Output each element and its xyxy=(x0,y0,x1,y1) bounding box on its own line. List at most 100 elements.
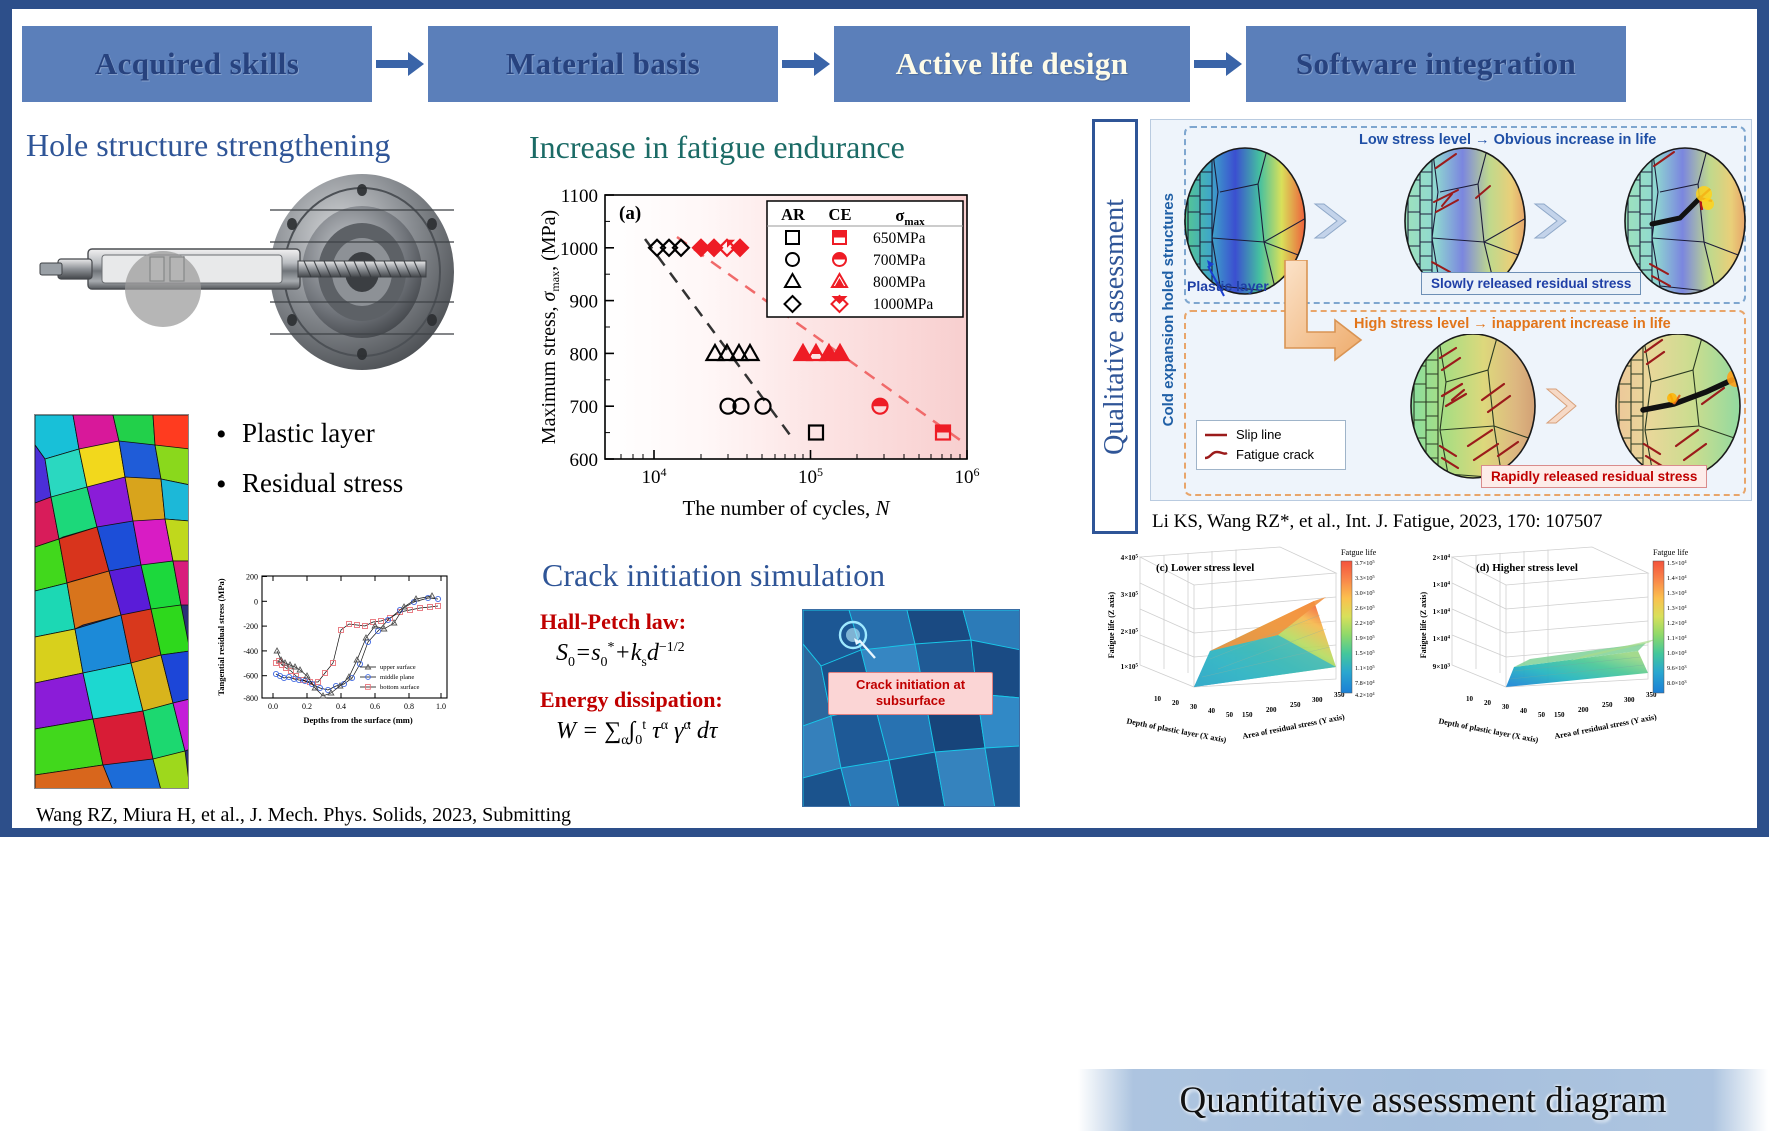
svg-text:200: 200 xyxy=(1266,706,1277,714)
qualitative-assessment-text: Qualitative assessment xyxy=(1099,198,1130,455)
svg-text:900: 900 xyxy=(570,292,599,313)
svg-text:0.6: 0.6 xyxy=(370,702,380,711)
key-features-list: Plastic layer Residual stress xyxy=(212,407,403,512)
quantitative-assessment-text: Quantitative assessment diagram xyxy=(1179,1079,1667,1121)
svg-text:300: 300 xyxy=(1624,696,1635,704)
svg-text:600: 600 xyxy=(570,450,599,471)
svg-text:4×105: 4×105 xyxy=(1121,554,1139,562)
svg-text:1×105: 1×105 xyxy=(1121,663,1139,671)
svg-text:1.1×104: 1.1×104 xyxy=(1667,634,1687,642)
svg-text:AR: AR xyxy=(781,205,806,224)
svg-text:1×104: 1×104 xyxy=(1433,608,1451,616)
cold-expansion-structures-label: Cold expansion holed structures xyxy=(1154,130,1182,490)
svg-text:104: 104 xyxy=(642,465,667,488)
flow-step-label: Material basis xyxy=(505,45,701,81)
svg-text:1100: 1100 xyxy=(561,186,598,207)
sn-fatigue-chart: (a) 1100 1000 900 800 700 600 104 105 10… xyxy=(535,177,987,527)
flow-step-acquired-skills[interactable]: Acquired skills xyxy=(22,25,372,102)
svg-text:-200: -200 xyxy=(243,622,258,631)
svg-text:The number of cycles, N: The number of cycles, N xyxy=(682,496,890,520)
svg-text:40: 40 xyxy=(1208,707,1216,715)
flow-step-software-integration[interactable]: Software integration xyxy=(1246,25,1626,102)
svg-text:Area of residual stress (Y axi: Area of residual stress (Y axis) xyxy=(1242,712,1346,741)
list-item: Plastic layer xyxy=(212,407,403,462)
svg-text:1.4×104: 1.4×104 xyxy=(1667,574,1687,582)
svg-text:1.9×105: 1.9×105 xyxy=(1355,634,1375,642)
section-title-hole-structure: Hole structure strengthening xyxy=(26,127,391,163)
hall-petch-equation: S0=s0*+ksd−1/2 xyxy=(556,640,685,670)
svg-text:10: 10 xyxy=(1466,695,1474,703)
svg-text:250: 250 xyxy=(1290,701,1301,709)
crack-initiation-fe-image: Crack initiation at subsurface xyxy=(802,609,1020,807)
svg-text:-800: -800 xyxy=(243,694,258,703)
poster-inner: Acquired skills Material basis Active li… xyxy=(12,9,1768,1131)
legend-label: Fatigue crack xyxy=(1236,447,1315,463)
svg-text:Tangential residual stress (MP: Tangential residual stress (MPa) xyxy=(216,578,226,695)
svg-text:-600: -600 xyxy=(243,672,258,681)
process-flow-banner: Acquired skills Material basis Active li… xyxy=(12,21,1757,106)
svg-text:CE: CE xyxy=(829,205,852,224)
legend-label: Slip line xyxy=(1236,427,1282,442)
svg-text:Maximum stress, σmax, (MPa): Maximum stress, σmax, (MPa) xyxy=(538,210,562,444)
callout-text: Crack initiation at subsurface xyxy=(855,677,966,709)
svg-text:Fatigue life (Z axis): Fatigue life (Z axis) xyxy=(1419,591,1428,658)
list-item: Residual stress xyxy=(212,457,403,512)
svg-text:9.6×103: 9.6×103 xyxy=(1667,664,1687,672)
svg-text:105: 105 xyxy=(798,465,823,488)
svg-text:50: 50 xyxy=(1538,711,1546,719)
legend-row-slip-line: Slip line xyxy=(1203,425,1339,445)
svg-text:3×105: 3×105 xyxy=(1121,591,1139,599)
right-panel: Qualitative assessment Cold expansion ho… xyxy=(1078,119,1768,1131)
flow-step-active-life-design[interactable]: Active life design xyxy=(834,25,1190,102)
flow-step-material-basis[interactable]: Material basis xyxy=(428,25,778,102)
panel-label-c: (c) Lower stress level xyxy=(1156,562,1254,574)
flow-step-label: Software integration xyxy=(1295,45,1577,81)
panel-label-d: (d) Higher stress level xyxy=(1476,562,1578,574)
svg-text:1.0: 1.0 xyxy=(436,702,446,711)
svg-text:20: 20 xyxy=(1484,699,1492,707)
svg-text:250: 250 xyxy=(1602,701,1613,709)
svg-text:0.2: 0.2 xyxy=(302,702,312,711)
svg-text:bottom surface: bottom surface xyxy=(380,684,419,691)
citation-left: Wang RZ, Miura H, et al., J. Mech. Phys.… xyxy=(36,804,572,826)
svg-text:7.8×104: 7.8×104 xyxy=(1355,679,1375,687)
svg-text:(a): (a) xyxy=(619,203,641,224)
svg-text:300: 300 xyxy=(1312,696,1323,704)
tag-text: Slowly released residual stress xyxy=(1431,276,1632,291)
crack-initiation-callout: Crack initiation at subsurface xyxy=(828,672,993,715)
fatigue-crack-icon xyxy=(1204,451,1228,460)
quantitative-assessment-band: Quantitative assessment diagram xyxy=(1078,1069,1768,1131)
svg-text:1000: 1000 xyxy=(560,239,598,260)
legend-row-fatigue-crack: Fatigue crack xyxy=(1203,445,1339,465)
svg-text:0.0: 0.0 xyxy=(268,702,278,711)
svg-text:1.5×105: 1.5×105 xyxy=(1355,649,1375,657)
residual-stress-chart: 200 0 -200 -400 -600 -800 0.0 0.2 0.4 0.6 xyxy=(210,566,460,741)
svg-text:Fatigue life (Z axis): Fatigue life (Z axis) xyxy=(1107,591,1116,658)
svg-text:30: 30 xyxy=(1190,703,1198,711)
flow-step-label: Active life design xyxy=(895,45,1129,81)
svg-text:200: 200 xyxy=(246,573,258,582)
svg-text:2×105: 2×105 xyxy=(1121,628,1139,636)
poster-frame: Acquired skills Material basis Active li… xyxy=(0,0,1769,1131)
section-title-fatigue: Increase in fatigue endurance xyxy=(529,129,905,165)
section-title-crack-simulation: Crack initiation simulation xyxy=(542,557,886,593)
svg-text:4.2×104: 4.2×104 xyxy=(1355,691,1375,699)
qualitative-assessment-diagram: Cold expansion holed structures Low stre… xyxy=(1150,119,1752,501)
surface-plot-d: (d) Higher stress level 2×104 1×104 1×10… xyxy=(1410,539,1695,754)
svg-text:30: 30 xyxy=(1502,703,1510,711)
svg-text:150: 150 xyxy=(1554,711,1565,719)
flow-arrow-icon-3 xyxy=(1190,26,1246,102)
svg-text:1×104: 1×104 xyxy=(1433,635,1451,643)
high-stress-title: High stress level → inapparent increase … xyxy=(1354,316,1671,332)
svg-text:700: 700 xyxy=(570,397,599,418)
microstructure-legend: Slip line Fatigue crack xyxy=(1196,420,1346,471)
svg-text:2×104: 2×104 xyxy=(1433,554,1451,562)
ebsd-grain-map-image xyxy=(34,414,189,789)
plastic-layer-label: Plastic layer xyxy=(1187,278,1269,294)
svg-text:Depth of plastic layer (X axis: Depth of plastic layer (X axis) xyxy=(1438,716,1540,744)
colorbar-title-c: Fatgue life xyxy=(1341,548,1377,557)
svg-text:1.2×104: 1.2×104 xyxy=(1667,619,1687,627)
flow-step-label: Acquired skills xyxy=(94,45,300,81)
svg-text:1.3×104: 1.3×104 xyxy=(1667,604,1687,612)
svg-text:50: 50 xyxy=(1226,711,1234,719)
